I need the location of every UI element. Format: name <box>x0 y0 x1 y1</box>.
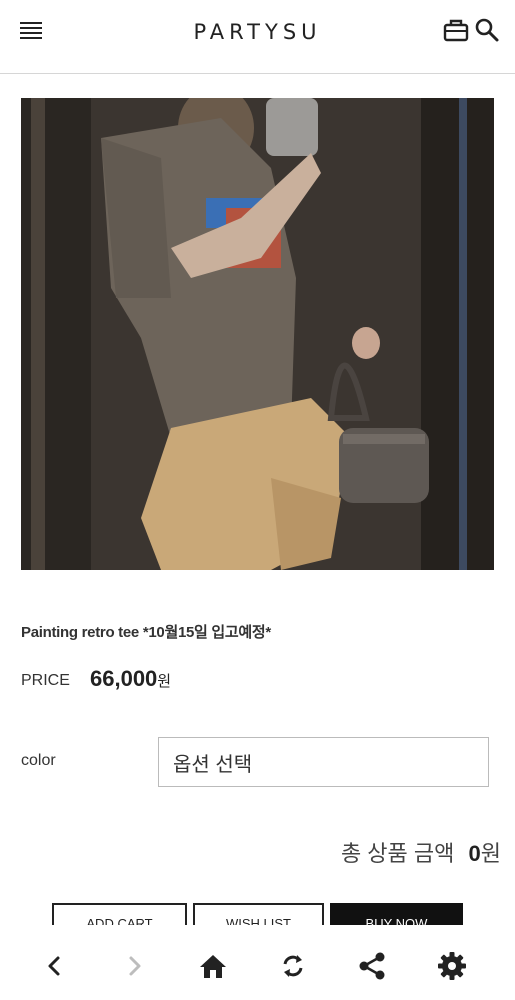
color-option-select[interactable]: 옵션 선택 <box>158 737 489 787</box>
price-label: PRICE <box>21 672 70 689</box>
price-amount: 66,000 <box>90 666 158 691</box>
price-value: 66,000원 <box>90 666 171 692</box>
shopping-bag-icon[interactable] <box>443 18 469 42</box>
total-price: 총 상품 금액 0원 <box>341 836 501 868</box>
home-icon[interactable] <box>196 949 230 983</box>
back-icon[interactable] <box>38 949 72 983</box>
product-name: Painting retro tee *10월15일 입고예정* <box>21 624 271 641</box>
total-label: 총 상품 금액 <box>340 841 455 866</box>
header: PARTYSU <box>0 0 515 74</box>
total-unit: 원 <box>480 841 501 866</box>
price-unit: 원 <box>157 673 172 690</box>
color-option-value: 옵션 선택 <box>173 753 253 776</box>
share-icon[interactable] <box>355 949 389 983</box>
browser-toolbar <box>0 925 515 1000</box>
total-value: 0 <box>468 841 481 866</box>
refresh-icon[interactable] <box>276 949 310 983</box>
product-photo <box>21 98 494 570</box>
settings-icon[interactable] <box>435 949 469 983</box>
forward-icon[interactable] <box>117 949 151 983</box>
logo[interactable]: PARTYSU <box>0 20 515 44</box>
color-label: color <box>21 752 56 769</box>
search-icon[interactable] <box>474 17 500 43</box>
